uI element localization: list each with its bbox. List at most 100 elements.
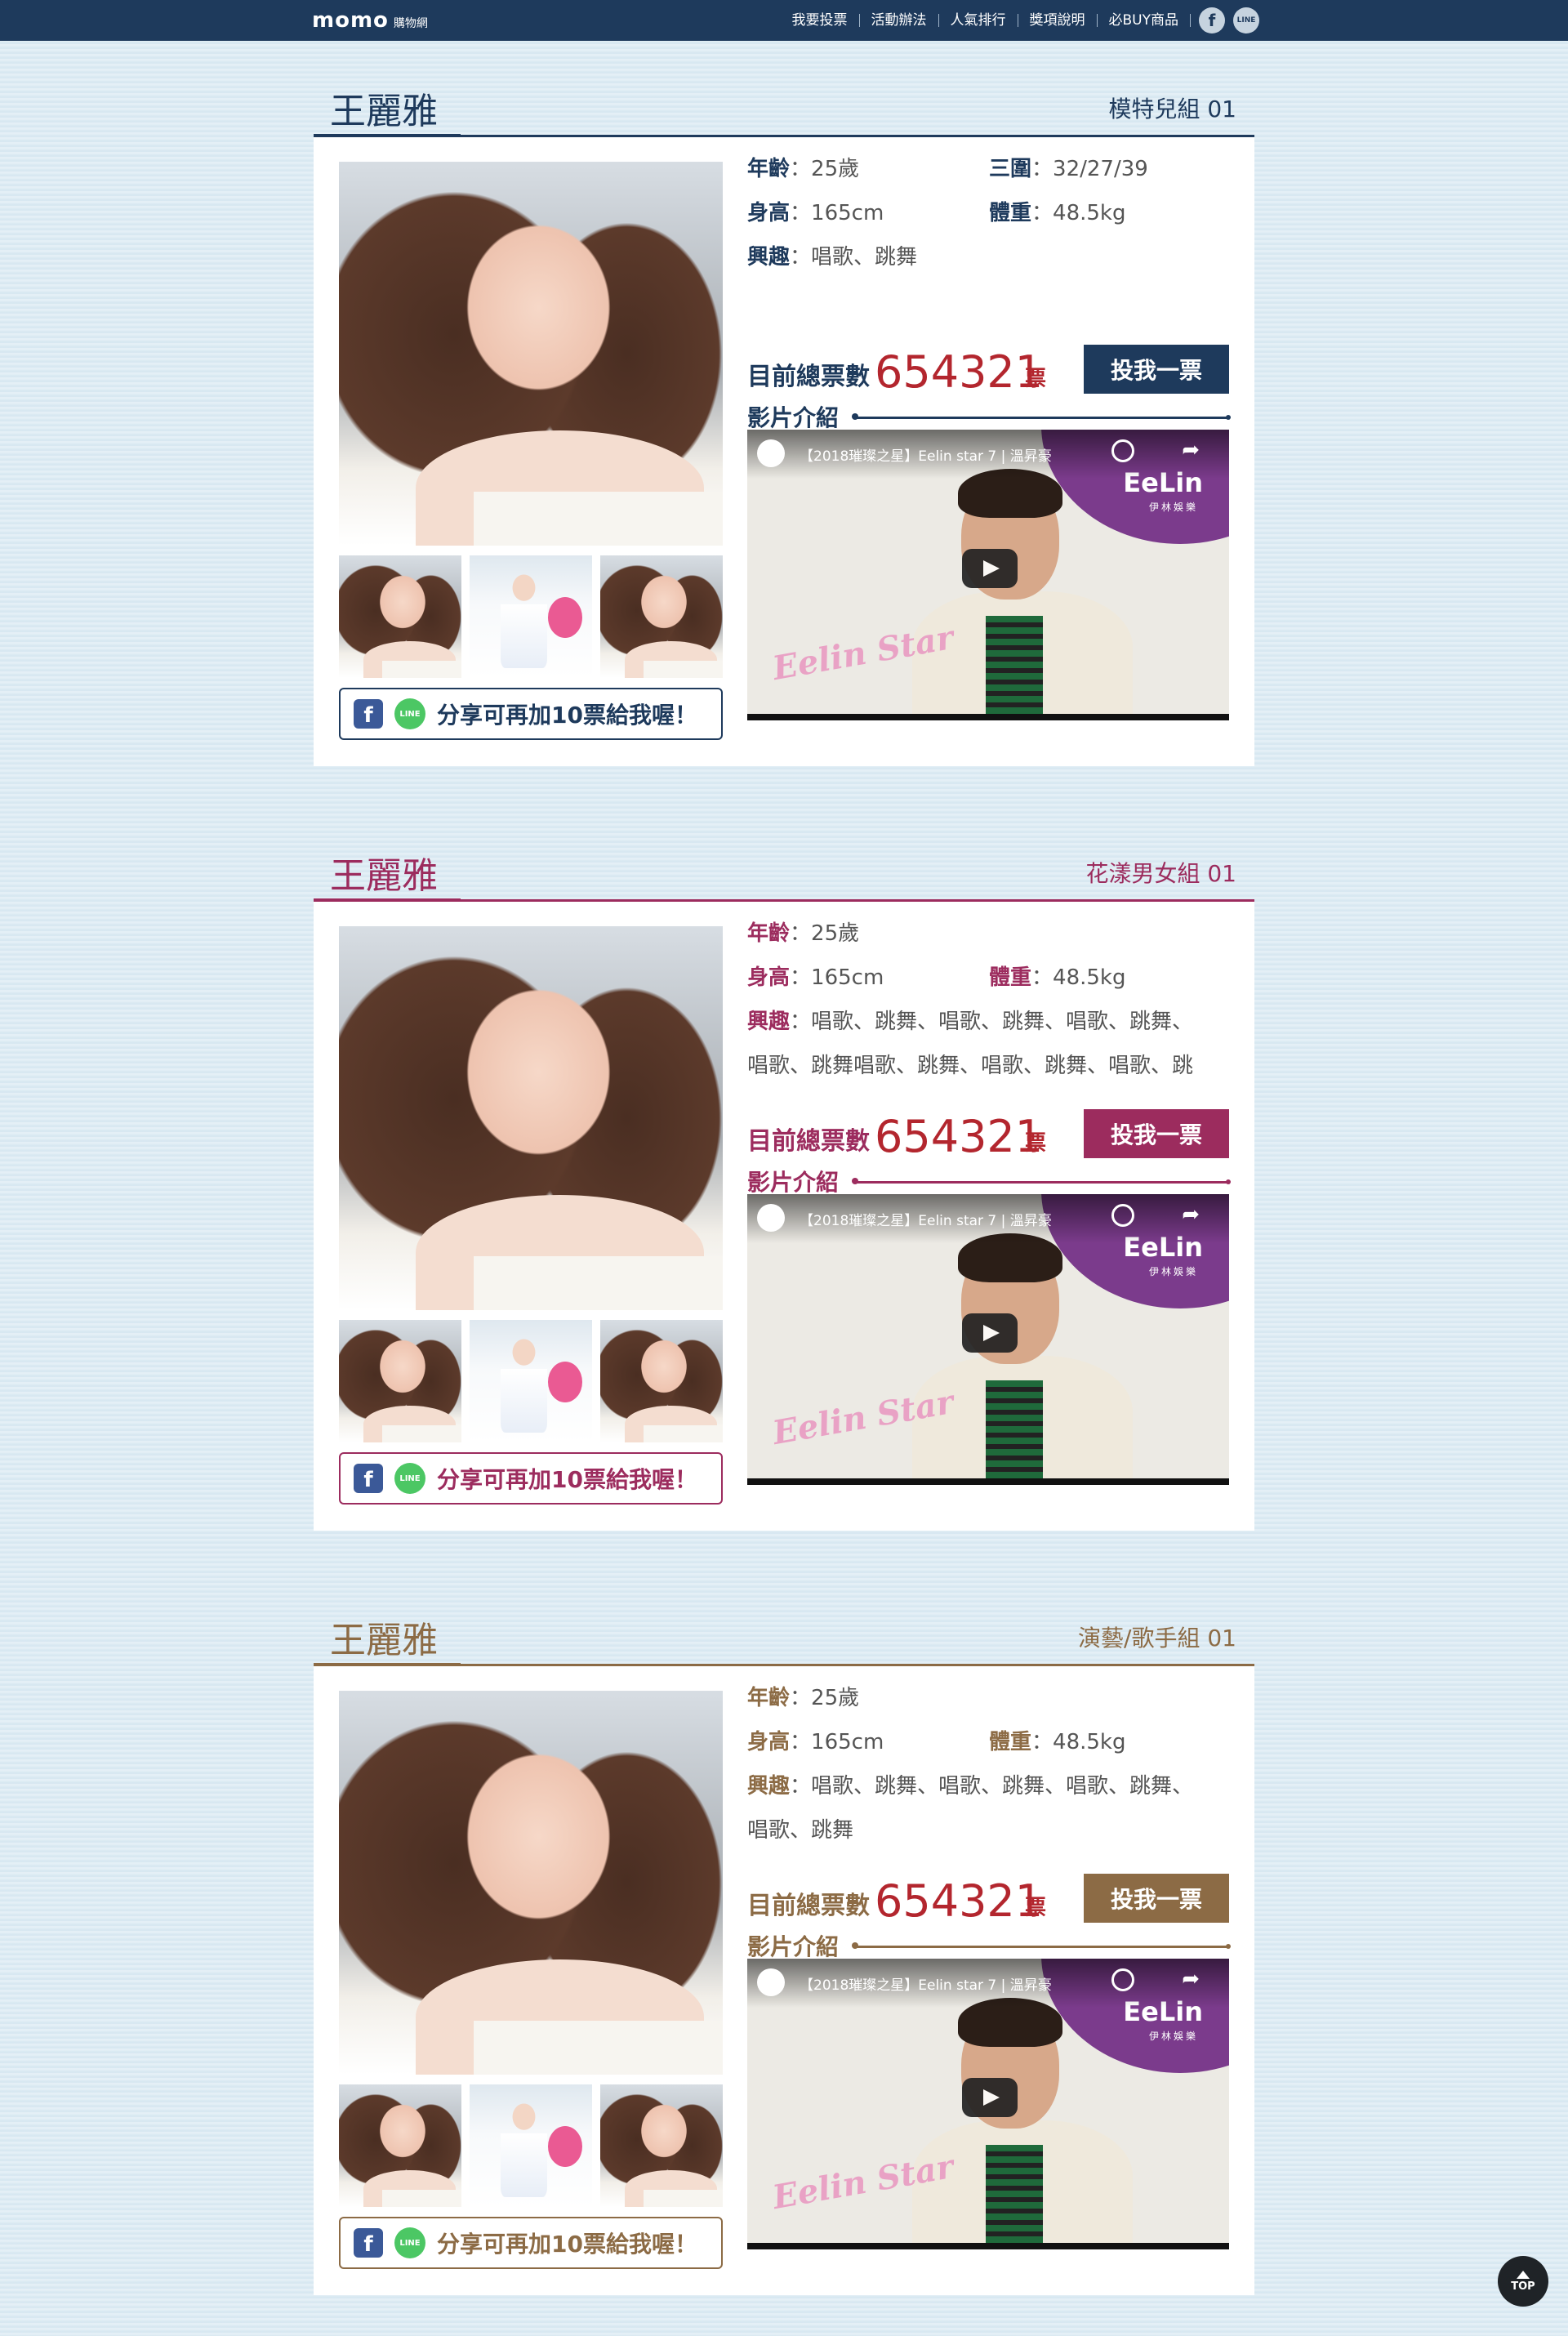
watch-later-icon[interactable] xyxy=(1111,1968,1134,1991)
play-button-icon[interactable] xyxy=(962,549,1018,588)
separator: ： xyxy=(1031,1730,1054,1754)
arrow-up-icon xyxy=(1517,2270,1530,2279)
votes-block: 目前總票數 654321 票 投我一票 xyxy=(747,345,1229,397)
facebook-share-icon[interactable]: f xyxy=(354,2228,383,2258)
age-value: 25歲 xyxy=(811,157,860,181)
main-photo[interactable] xyxy=(339,926,723,1310)
hobby-row-continued: 唱歌、跳舞唱歌、跳舞、唱歌、跳舞、唱歌、跳 xyxy=(747,1052,1193,1080)
divider-dot xyxy=(1226,1179,1231,1184)
nav-item-awards[interactable]: 獎項說明 xyxy=(1018,13,1097,28)
thumbnail-photo[interactable] xyxy=(470,2084,592,2207)
thumbnail-photo[interactable] xyxy=(339,1320,461,1442)
nav-item-ranking[interactable]: 人氣排行 xyxy=(939,13,1018,28)
separator: ： xyxy=(1031,201,1054,225)
channel-avatar-icon[interactable] xyxy=(757,1204,785,1232)
weight-row: 體重：48.5kg xyxy=(989,199,1125,227)
share-arrow-icon[interactable]: ➦ xyxy=(1182,1204,1200,1225)
video-player[interactable]: EeLin 伊林娛樂 Eelin Star 【2018璀璨之星】Eelin star … xyxy=(747,1959,1229,2249)
watch-later-icon[interactable] xyxy=(1111,439,1134,462)
votes-block: 目前總票數 654321 票 投我一票 xyxy=(747,1874,1229,1926)
height-value: 165cm xyxy=(811,1730,884,1754)
divider-dot xyxy=(852,1942,858,1949)
thumbnail-photo[interactable] xyxy=(600,555,723,678)
thumbnail-photo[interactable] xyxy=(600,2084,723,2207)
hobby-value-continued: 唱歌、跳舞 xyxy=(747,1818,854,1843)
candidate-group: 花漾男女組 01 xyxy=(1085,860,1236,887)
facebook-share-icon[interactable]: f xyxy=(354,699,383,729)
video-thumbnail-person xyxy=(912,469,1133,714)
line-icon[interactable]: LINE xyxy=(1233,7,1259,33)
video-player[interactable]: EeLin 伊林娛樂 Eelin Star 【2018璀璨之星】Eelin star … xyxy=(747,1194,1229,1485)
separator: ： xyxy=(790,921,812,946)
nav-item-vote[interactable]: 我要投票 xyxy=(781,13,859,28)
hobby-row: 興趣：唱歌、跳舞、唱歌、跳舞、唱歌、跳舞、 xyxy=(747,1008,1193,1036)
candidate-header: 王麗雅 演藝/歌手組 01 xyxy=(314,1598,1254,1667)
share-arrow-icon[interactable]: ➦ xyxy=(1182,1968,1200,1990)
thumbnail-photo[interactable] xyxy=(470,1320,592,1442)
share-arrow-icon[interactable]: ➦ xyxy=(1182,439,1200,461)
candidate-group: 演藝/歌手組 01 xyxy=(1078,1625,1236,1652)
divider-dot xyxy=(1226,1944,1231,1949)
video-intro-label: 影片介紹 xyxy=(747,404,840,431)
separator: ： xyxy=(790,245,812,270)
age-row: 年齡：25歲 xyxy=(747,155,859,183)
share-text: 分享可再加10票給我喔！ xyxy=(437,702,697,729)
divider-dot xyxy=(852,1178,858,1184)
thumbnail-photo[interactable] xyxy=(470,555,592,678)
total-votes-count: 654321 xyxy=(875,1111,1044,1162)
line-share-icon[interactable]: LINE xyxy=(394,2227,425,2258)
video-brand-sub: 伊林娛樂 xyxy=(1148,2031,1198,2042)
video-player[interactable]: EeLin 伊林娛樂 Eelin Star 【2018璀璨之星】Eelin star … xyxy=(747,430,1229,720)
share-box: f LINE 分享可再加10票給我喔！ xyxy=(339,1452,723,1505)
age-label: 年齡 xyxy=(747,1686,791,1710)
total-votes-label: 目前總票數 xyxy=(747,1892,870,1920)
height-value: 165cm xyxy=(811,201,884,225)
video-brand-sub: 伊林娛樂 xyxy=(1148,1266,1198,1277)
hobby-label: 興趣 xyxy=(747,1010,791,1034)
thumbnail-photo[interactable] xyxy=(600,1320,723,1442)
vote-button[interactable]: 投我一票 xyxy=(1084,1109,1229,1158)
separator: ： xyxy=(790,1686,812,1710)
separator: ： xyxy=(790,965,812,990)
video-title[interactable]: 【2018璀璨之星】Eelin star 7 | 溫昇豪 xyxy=(800,1973,1052,1994)
video-thumbnail-person xyxy=(912,1233,1133,1478)
back-to-top-button[interactable]: TOP xyxy=(1498,2256,1548,2307)
logo-text: momo xyxy=(312,8,389,33)
channel-avatar-icon[interactable] xyxy=(757,1968,785,1996)
facebook-share-icon[interactable]: f xyxy=(354,1464,383,1493)
candidate-header: 王麗雅 花漾男女組 01 xyxy=(314,833,1254,903)
candidate-group: 模特兒組 01 xyxy=(1108,96,1236,123)
candidate-section: 王麗雅 模特兒組 01 f LINE 分享可再加10票給我喔！ 年齡：25歲 三圍：32/2… xyxy=(314,69,1254,766)
height-row: 身高：165cm xyxy=(747,964,884,992)
nav-item-products[interactable]: 必BUY商品 xyxy=(1098,13,1191,28)
main-photo[interactable] xyxy=(339,162,723,546)
weight-label: 體重 xyxy=(989,201,1032,225)
facebook-icon[interactable]: f xyxy=(1199,7,1225,33)
play-button-icon[interactable] xyxy=(962,2078,1018,2117)
thumbnail-photo[interactable] xyxy=(339,2084,461,2207)
video-intro-label: 影片介紹 xyxy=(747,1169,840,1196)
momo-logo[interactable]: momo 購物網 xyxy=(312,10,428,31)
video-intro-label: 影片介紹 xyxy=(747,1933,840,1960)
video-divider xyxy=(853,417,1229,419)
channel-avatar-icon[interactable] xyxy=(757,439,785,467)
age-row: 年齡：25歲 xyxy=(747,920,859,947)
video-title[interactable]: 【2018璀璨之星】Eelin star 7 | 溫昇豪 xyxy=(800,1209,1052,1229)
separator: ： xyxy=(790,1774,812,1799)
main-photo[interactable] xyxy=(339,1691,723,2075)
watch-later-icon[interactable] xyxy=(1111,1204,1134,1227)
vote-button[interactable]: 投我一票 xyxy=(1084,1874,1229,1923)
line-share-icon[interactable]: LINE xyxy=(394,1463,425,1494)
share-box: f LINE 分享可再加10票給我喔！ xyxy=(339,2217,723,2269)
play-button-icon[interactable] xyxy=(962,1313,1018,1353)
nav-item-rules[interactable]: 活動辦法 xyxy=(860,13,938,28)
vote-button[interactable]: 投我一票 xyxy=(1084,345,1229,394)
separator: ： xyxy=(790,1730,812,1754)
thumbnail-photo[interactable] xyxy=(339,555,461,678)
divider-dot xyxy=(852,413,858,420)
video-title[interactable]: 【2018璀璨之星】Eelin star 7 | 溫昇豪 xyxy=(800,444,1052,465)
votes-unit: 票 xyxy=(1025,1131,1047,1156)
age-value: 25歲 xyxy=(811,1686,860,1710)
line-share-icon[interactable]: LINE xyxy=(394,698,425,729)
candidate-section: 王麗雅 演藝/歌手組 01 f LINE 分享可再加10票給我喔！ 年齡：25歲 身高：16… xyxy=(314,1598,1254,2295)
